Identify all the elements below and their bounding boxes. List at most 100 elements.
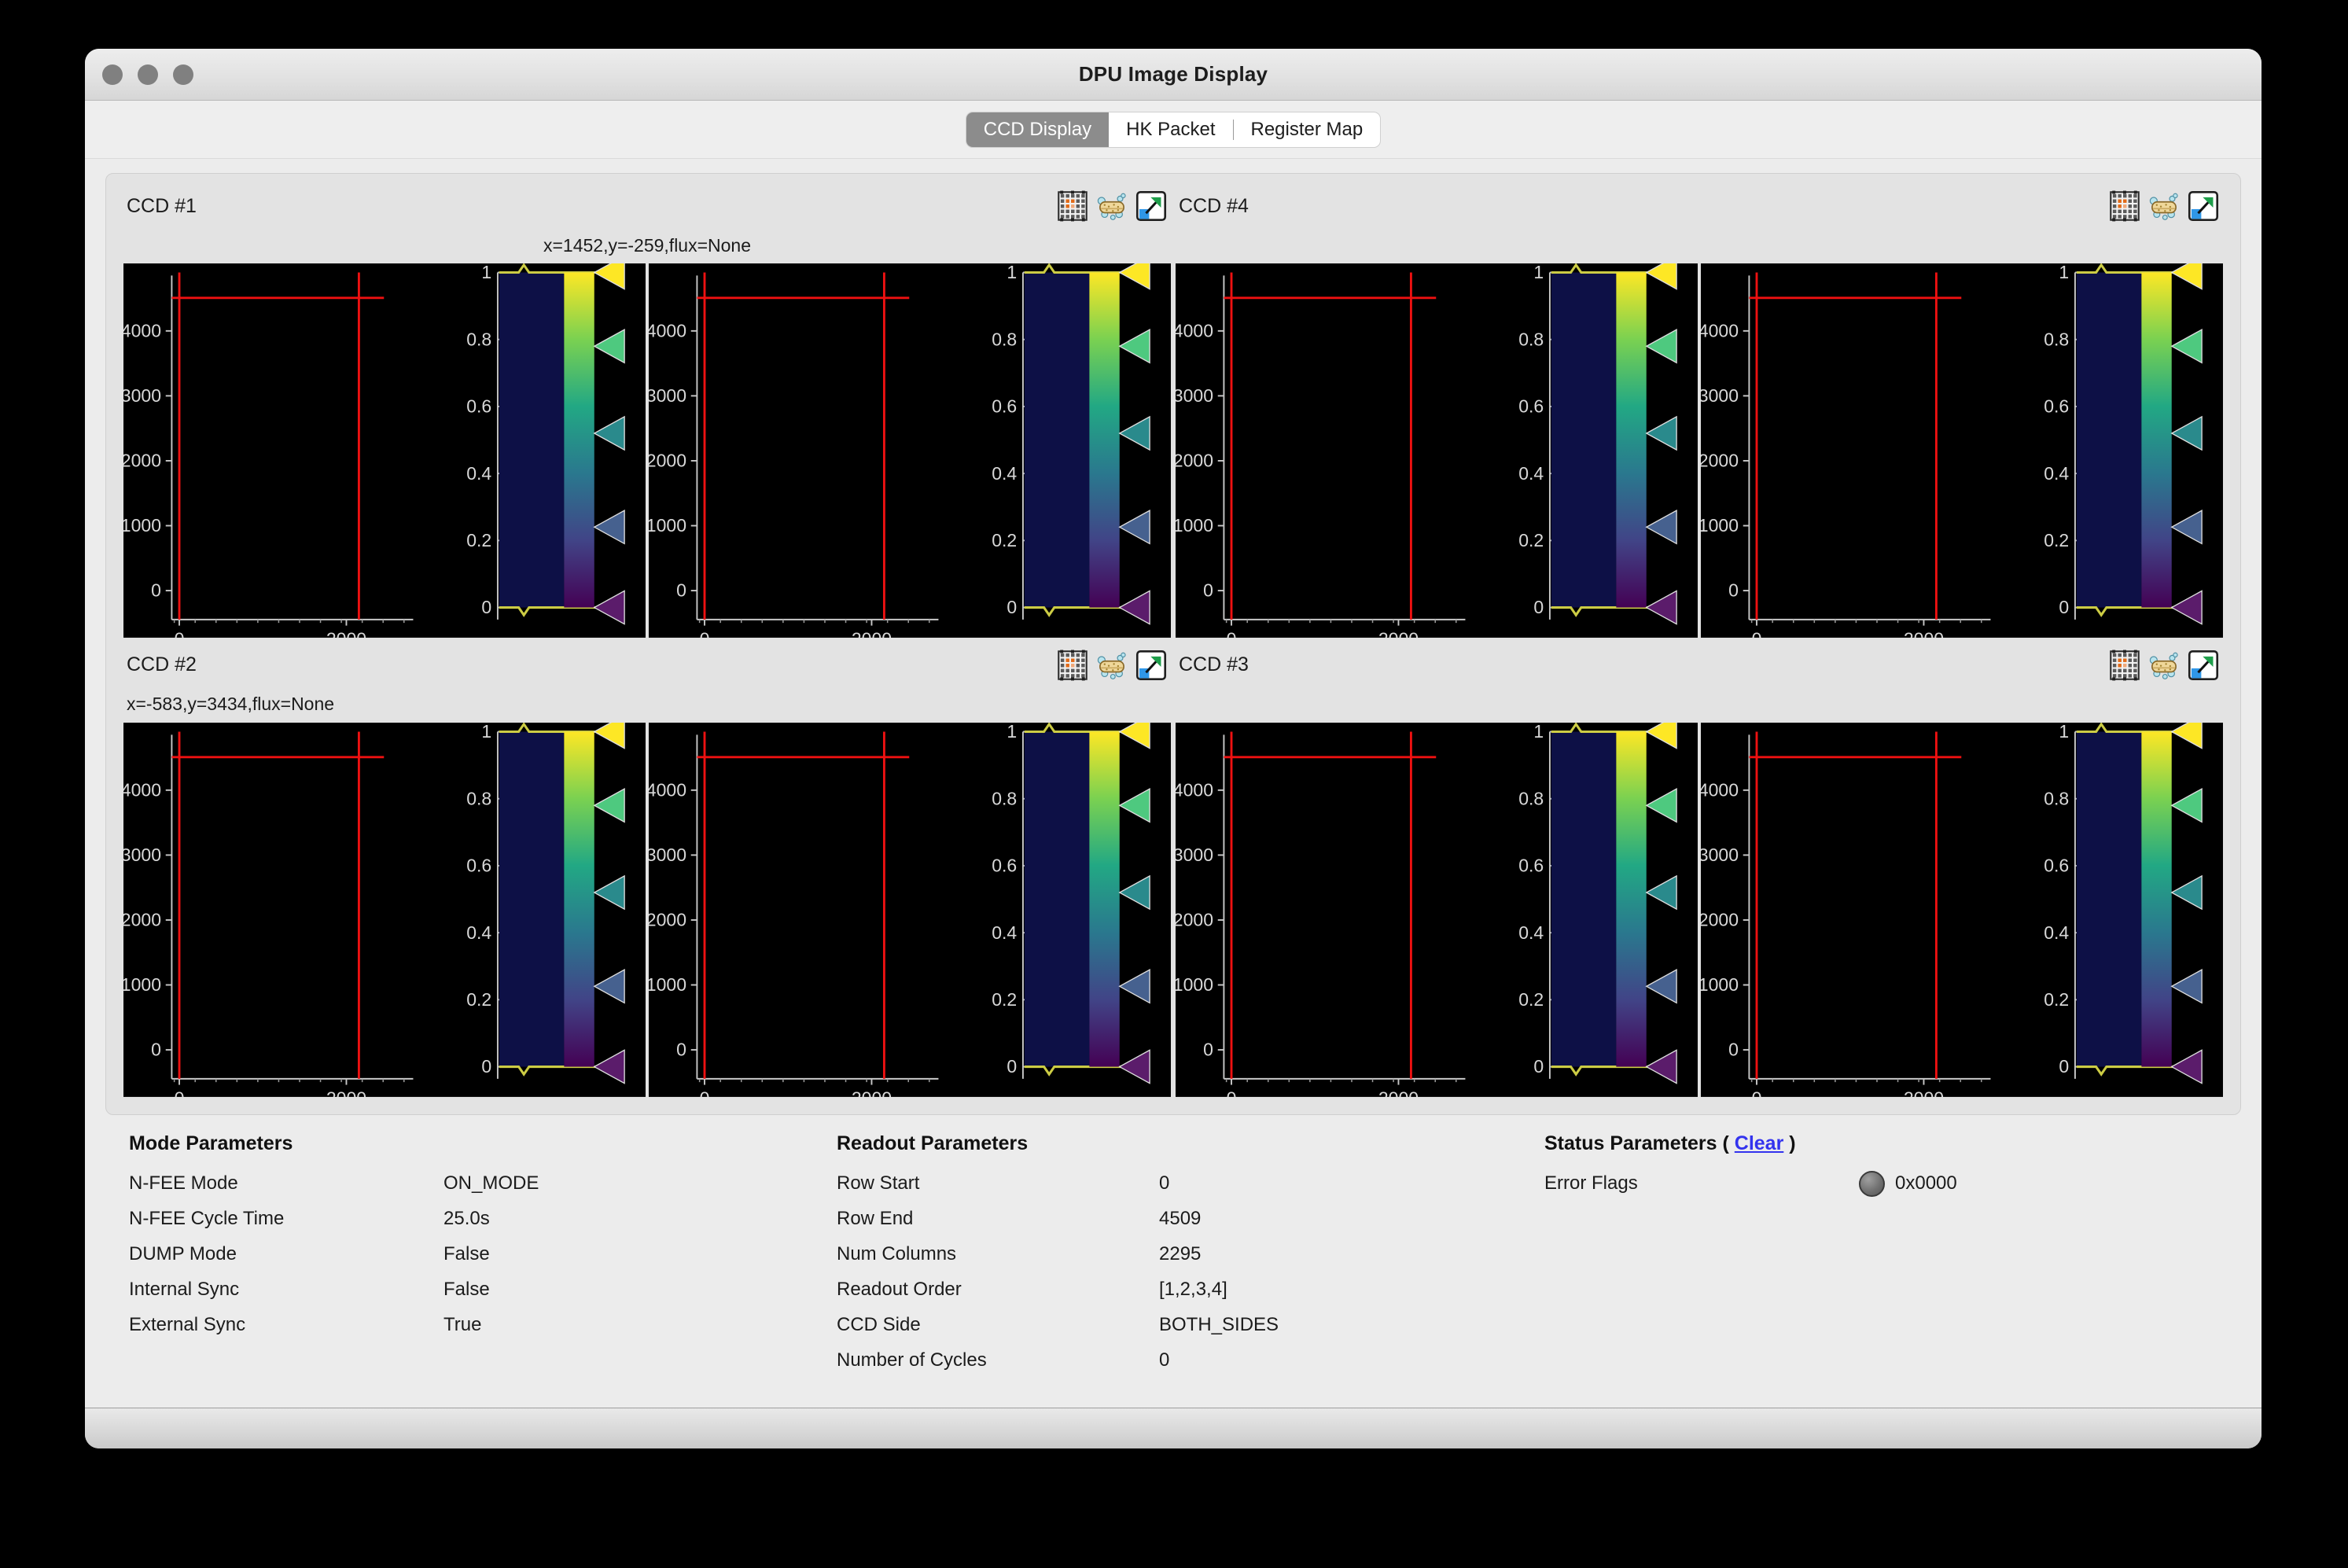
svg-text:0.4: 0.4: [2044, 922, 2069, 943]
svg-text:0.4: 0.4: [1518, 922, 1544, 943]
svg-text:2000: 2000: [1701, 910, 1739, 930]
bottom-status-bar: [85, 1408, 2262, 1448]
zoom-button[interactable]: [173, 64, 193, 85]
expand-icon[interactable]: [1135, 649, 1168, 682]
ccd-coord-2: x=-583,y=3434,flux=None: [127, 694, 335, 715]
param-value: BOTH_SIDES: [1159, 1314, 1279, 1336]
svg-text:2000: 2000: [1176, 910, 1213, 930]
app-window: DPU Image Display CCD Display HK Packet …: [85, 49, 2262, 1448]
svg-text:3000: 3000: [1176, 845, 1213, 865]
ccd-toolbar-1: [1056, 190, 1168, 223]
param-key: Readout Order: [837, 1279, 962, 1301]
svg-text:3000: 3000: [123, 845, 161, 865]
ccd-plot-1a[interactable]: 0 1000 2000 3000 4000 0 2000 0 0.2 0.4 0.6 0.8 1: [123, 263, 646, 638]
ccd-coord-3: [1176, 686, 2223, 723]
minimize-button[interactable]: [138, 64, 158, 85]
ccd-plot-4a[interactable]: 0 1000 2000 3000 4000 0 2000 0 0.2 0.4 0.6 0.8 1: [1176, 263, 1698, 638]
svg-text:0.6: 0.6: [992, 396, 1017, 417]
svg-text:0.8: 0.8: [1518, 788, 1544, 808]
expand-icon[interactable]: [1135, 190, 1168, 223]
svg-text:4000: 4000: [1176, 779, 1213, 800]
ccd-plot-1b[interactable]: 0 1000 2000 3000 4000 0 2000 0 0.2 0.4 0.6 0.8 1: [649, 263, 1171, 638]
param-key: N-FEE Mode: [129, 1172, 238, 1194]
svg-text:0.2: 0.2: [992, 989, 1017, 1010]
tab-hk-packet[interactable]: HK Packet: [1109, 112, 1232, 147]
svg-text:2000: 2000: [123, 451, 161, 471]
ccd-display-panel: CCD #1 x=1452,y=-259,flux=None 0 1000 2000…: [105, 173, 2241, 1115]
svg-text:2000: 2000: [1378, 1088, 1419, 1096]
ccd-plot-2b[interactable]: 0 1000 2000 3000 4000 0 2000 0 0.2 0.4 0.6 0.8 1: [649, 722, 1171, 1097]
param-key: CCD Side: [837, 1314, 921, 1336]
window-title: DPU Image Display: [1078, 62, 1268, 86]
svg-text:4000: 4000: [1701, 779, 1739, 800]
svg-text:0.4: 0.4: [992, 463, 1017, 484]
svg-text:1000: 1000: [649, 974, 686, 995]
svg-text:0.6: 0.6: [2044, 396, 2069, 417]
grid-icon[interactable]: [1056, 649, 1089, 682]
svg-text:1: 1: [1007, 723, 1017, 742]
close-button[interactable]: [102, 64, 123, 85]
svg-text:0.4: 0.4: [2044, 463, 2069, 484]
svg-text:3000: 3000: [123, 385, 161, 406]
ccd-title-4: CCD #4: [1179, 194, 1249, 217]
clear-link[interactable]: Clear: [1735, 1132, 1784, 1154]
grid-icon[interactable]: [2108, 649, 2141, 682]
param-row: Row Start 0: [837, 1166, 1544, 1202]
svg-text:0.6: 0.6: [2044, 856, 2069, 876]
svg-text:0: 0: [2059, 597, 2069, 617]
param-row: Number of Cycles 0: [837, 1343, 1544, 1378]
tab-ccd-display[interactable]: CCD Display: [966, 112, 1110, 147]
svg-text:1000: 1000: [123, 974, 161, 995]
sponge-icon[interactable]: [1095, 190, 1128, 223]
svg-text:3000: 3000: [1701, 385, 1739, 406]
param-row: Internal Sync False: [129, 1272, 837, 1308]
ccd-plot-2a[interactable]: 0 1000 2000 3000 4000 0 2000 0 0.2 0.4 0.6 0.8 1: [123, 722, 646, 1097]
sponge-icon[interactable]: [2147, 649, 2181, 682]
svg-text:0: 0: [481, 597, 491, 617]
param-value: False: [443, 1279, 490, 1301]
svg-text:1000: 1000: [1176, 515, 1213, 536]
svg-text:0.2: 0.2: [466, 989, 491, 1010]
svg-text:4000: 4000: [123, 779, 161, 800]
svg-text:0.8: 0.8: [992, 329, 1017, 349]
param-row: N-FEE Cycle Time 25.0s: [129, 1202, 837, 1237]
ccd-title-1: CCD #1: [127, 194, 197, 217]
ccd-plot-3b[interactable]: 0 1000 2000 3000 4000 0 2000 0 0.2 0.4 0.6 0.8 1: [1701, 722, 2223, 1097]
svg-text:0: 0: [1752, 1088, 1762, 1096]
param-row: Num Columns 2295: [837, 1237, 1544, 1272]
grid-icon[interactable]: [1056, 190, 1089, 223]
svg-text:0: 0: [151, 580, 161, 601]
ccd-plot-4b[interactable]: 0 1000 2000 3000 4000 0 2000 0 0.2 0.4 0.6 0.8 1: [1701, 263, 2223, 638]
ccd-block-1: CCD #1 x=1452,y=-259,flux=None 0 1000 2000…: [123, 185, 1171, 638]
svg-text:0.4: 0.4: [992, 922, 1017, 943]
svg-text:2000: 2000: [326, 1088, 366, 1096]
svg-text:0.8: 0.8: [466, 329, 491, 349]
param-value: 2295: [1159, 1243, 1202, 1265]
svg-text:0.4: 0.4: [1518, 463, 1544, 484]
expand-icon[interactable]: [2187, 649, 2220, 682]
status-badge: [1859, 1170, 1885, 1197]
svg-text:1: 1: [2059, 723, 2069, 742]
svg-text:2000: 2000: [852, 629, 892, 638]
param-value: 0: [1159, 1349, 1170, 1371]
tab-register-map[interactable]: Register Map: [1234, 112, 1381, 147]
svg-text:0: 0: [151, 1040, 161, 1060]
sponge-icon[interactable]: [1095, 649, 1128, 682]
ccd-plots-2: 010002000300040000200000.20.40.60.81 010…: [123, 722, 1171, 1097]
ccd-plots-4: 010002000300040000200000.20.40.60.81 0 10…: [1176, 263, 2223, 638]
ccd-plot-3a[interactable]: 0 1000 2000 3000 4000 0 2000 0 0.2 0.4 0.6 0.8 1: [1176, 722, 1698, 1097]
ccd-plots-1: 010002000300040000200000.20.40.60.81 010…: [123, 263, 1171, 638]
svg-text:0: 0: [175, 1088, 185, 1096]
param-key: Error Flags: [1544, 1172, 1638, 1194]
svg-text:1000: 1000: [1701, 974, 1739, 995]
param-value: 4509: [1159, 1208, 1202, 1230]
svg-text:1: 1: [481, 263, 491, 282]
param-key: Number of Cycles: [837, 1349, 987, 1371]
tab-group: CCD Display HK Packet Register Map: [966, 112, 1381, 147]
svg-text:0: 0: [676, 580, 686, 601]
grid-icon[interactable]: [2108, 190, 2141, 223]
svg-text:0.8: 0.8: [2044, 788, 2069, 808]
svg-text:0: 0: [1227, 1088, 1237, 1096]
expand-icon[interactable]: [2187, 190, 2220, 223]
sponge-icon[interactable]: [2147, 190, 2181, 223]
